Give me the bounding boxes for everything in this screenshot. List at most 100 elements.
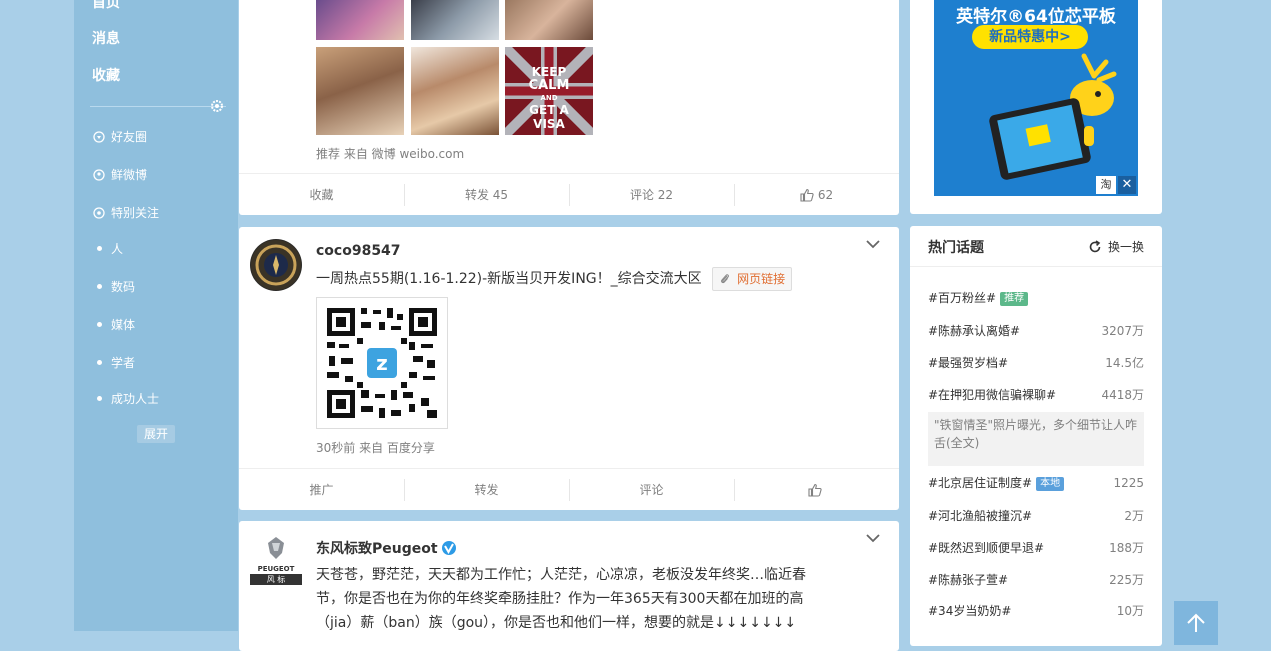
topic-count: 3207万	[1101, 324, 1144, 338]
post-actions: 收藏 转发 45 评论 22 62	[239, 173, 899, 215]
repost-button[interactable]: 转发 45	[404, 174, 569, 215]
back-to-top-button[interactable]	[1174, 601, 1218, 645]
feed-card-1: KEEP CALM AND GET A VISA 推荐 来自 微博 weibo.…	[239, 0, 899, 215]
nav-group-label: 特别关注	[111, 206, 160, 220]
topic-snippet[interactable]: "铁窗情圣"照片曝光，多个细节让人咋舌(全文)	[928, 412, 1144, 466]
nav-group-special[interactable]: 特别关注	[92, 204, 159, 221]
topic-count: 188万	[1109, 541, 1144, 555]
nav-group-label: 数码	[111, 280, 136, 294]
nav-group-label: 学者	[111, 356, 136, 370]
nav-group-label: 媒体	[111, 318, 136, 332]
photo-text: AND	[540, 94, 558, 102]
gear-icon[interactable]	[210, 99, 224, 113]
hot-topics-title: 热门话题	[928, 240, 984, 256]
logo-text: PEUGEOT	[257, 565, 295, 573]
like-button[interactable]	[734, 469, 899, 510]
nav-group-label: 成功人士	[111, 392, 160, 406]
promote-button[interactable]: 推广	[239, 469, 404, 510]
nav-messages[interactable]: 消息	[92, 28, 120, 48]
repost-button[interactable]: 转发	[404, 469, 569, 510]
hot-topic-item[interactable]: #34岁当奶奶# 10万	[928, 602, 1144, 620]
photo-thumbnail[interactable]	[316, 47, 404, 135]
refresh-label: 换一换	[1107, 240, 1144, 254]
refresh-button[interactable]: 换一换	[1088, 238, 1144, 255]
web-link-button[interactable]: 网页链接	[712, 267, 793, 291]
hot-topic-item[interactable]: #既然迟到顺便早退# 188万	[928, 539, 1144, 557]
hot-topic-item[interactable]: #百万粉丝# 推荐	[928, 289, 1144, 307]
chevron-down-icon[interactable]	[866, 239, 880, 249]
post-text-line: 天苍苍，野茫茫，天天都为工作忙；人茫茫，心凉凉，老板没发年终奖…临近春	[316, 567, 806, 583]
svg-text:z: z	[376, 351, 388, 375]
close-icon[interactable]: ✕	[1118, 176, 1136, 194]
expand-button[interactable]: 展开	[137, 425, 175, 443]
topic-count: 4418万	[1101, 388, 1144, 402]
post-actions: 推广 转发 评论	[239, 468, 899, 510]
nav-group-fresh[interactable]: 鲜微博	[92, 166, 147, 183]
post-text-content: 一周热点55期(1.16-1.22)-新版当贝开发ING！_综合交流大区	[316, 271, 702, 287]
nav-group-digital[interactable]: 数码	[92, 278, 135, 295]
peugeot-logo-avatar[interactable]: PEUGEOT 风 标	[250, 533, 302, 585]
post-text: 天苍苍，野茫茫，天天都为工作忙；人茫茫，心凉凉，老板没发年终奖…临近春 节，你是…	[316, 563, 881, 635]
topic-count: 2万	[1124, 509, 1144, 523]
bullet-icon	[92, 392, 106, 406]
post-source: 30秒前 来自 百度分享	[316, 441, 435, 455]
qr-code-image[interactable]: z	[316, 297, 448, 429]
nav-group-friends[interactable]: 好友圈	[92, 128, 147, 145]
hot-topic-item[interactable]: #河北渔船被撞沉# 2万	[928, 507, 1144, 525]
ad-banner: 英特尔®64位芯平板 新品特惠中> 淘 ✕	[910, 0, 1162, 214]
photo-text: GET A	[529, 103, 569, 117]
photo-thumbnail[interactable]	[411, 0, 499, 40]
refresh-icon	[1089, 239, 1101, 252]
post-username[interactable]: 东风标致Peugeot	[316, 538, 438, 558]
bullet-icon	[92, 318, 106, 332]
photo-text: KEEP	[531, 65, 567, 79]
thumbs-up-icon	[800, 188, 814, 202]
post-username[interactable]: coco98547	[316, 243, 401, 259]
chevron-down-icon[interactable]	[866, 533, 880, 543]
local-badge: 本地	[1036, 476, 1065, 491]
post-username-row: 东风标致Peugeot	[316, 538, 457, 558]
topic-name: #陈赫承认离婚#	[928, 324, 1021, 338]
topic-name: #既然迟到顺便早退#	[928, 541, 1045, 555]
hot-topic-item[interactable]: #北京居住证制度# 本地 1225	[928, 474, 1144, 492]
comment-button[interactable]: 评论	[569, 469, 734, 510]
hot-topic-item[interactable]: #陈赫张子萱# 225万	[928, 571, 1144, 589]
star-circle-icon	[92, 206, 106, 220]
feed-card-2: coco98547 一周热点55期(1.16-1.22)-新版当贝开发ING！_…	[239, 227, 899, 510]
comment-button[interactable]: 评论 22	[569, 174, 734, 215]
nav-favorites[interactable]: 收藏	[92, 65, 120, 85]
avatar[interactable]	[250, 239, 302, 291]
photo-thumbnail[interactable]	[411, 47, 499, 135]
nav-divider	[90, 106, 226, 107]
ad-image[interactable]: 英特尔®64位芯平板 新品特惠中> 淘 ✕	[934, 0, 1138, 196]
photo-text: CALM	[528, 78, 570, 93]
nav-group-scholars[interactable]: 学者	[92, 354, 135, 371]
hot-topic-item[interactable]: #在押犯用微信骗裸聊# 4418万	[928, 386, 1144, 404]
photo-thumbnail[interactable]	[316, 0, 404, 40]
topic-name: #34岁当奶奶#	[928, 604, 1012, 618]
person-circle-icon	[92, 168, 106, 182]
nav-group-people[interactable]: 人	[92, 240, 123, 257]
topic-name: #北京居住证制度#	[928, 476, 1033, 490]
nav-group-media[interactable]: 媒体	[92, 316, 135, 333]
hot-topic-item[interactable]: #最强贺岁档# 14.5亿	[928, 354, 1144, 372]
post-source: 推荐 来自 微博 weibo.com	[316, 147, 465, 161]
bullet-icon	[92, 356, 106, 370]
keep-calm-photo[interactable]: KEEP CALM AND GET A VISA	[505, 47, 593, 135]
bullet-icon	[92, 280, 106, 294]
nav-group-successful[interactable]: 成功人士	[92, 390, 159, 407]
paperclip-icon	[721, 274, 729, 284]
topic-count: 10万	[1116, 604, 1144, 618]
like-button[interactable]: 62	[734, 174, 899, 215]
bullet-icon	[92, 242, 106, 256]
hot-topics-header: 热门话题 换一换	[910, 226, 1162, 267]
nav-group-label: 人	[111, 242, 124, 256]
topic-name: #河北渔船被撞沉#	[928, 509, 1033, 523]
feed-card-3: PEUGEOT 风 标 东风标致Peugeot 天苍苍，野茫茫，天天都为工作忙；…	[239, 521, 899, 651]
collect-button[interactable]: 收藏	[239, 174, 404, 215]
nav-group-label: 好友圈	[111, 130, 148, 144]
photo-thumbnail[interactable]	[505, 0, 593, 40]
like-count: 62	[817, 187, 834, 202]
nav-home[interactable]: 首页	[92, 0, 120, 12]
hot-topic-item[interactable]: #陈赫承认离婚# 3207万	[928, 322, 1144, 340]
